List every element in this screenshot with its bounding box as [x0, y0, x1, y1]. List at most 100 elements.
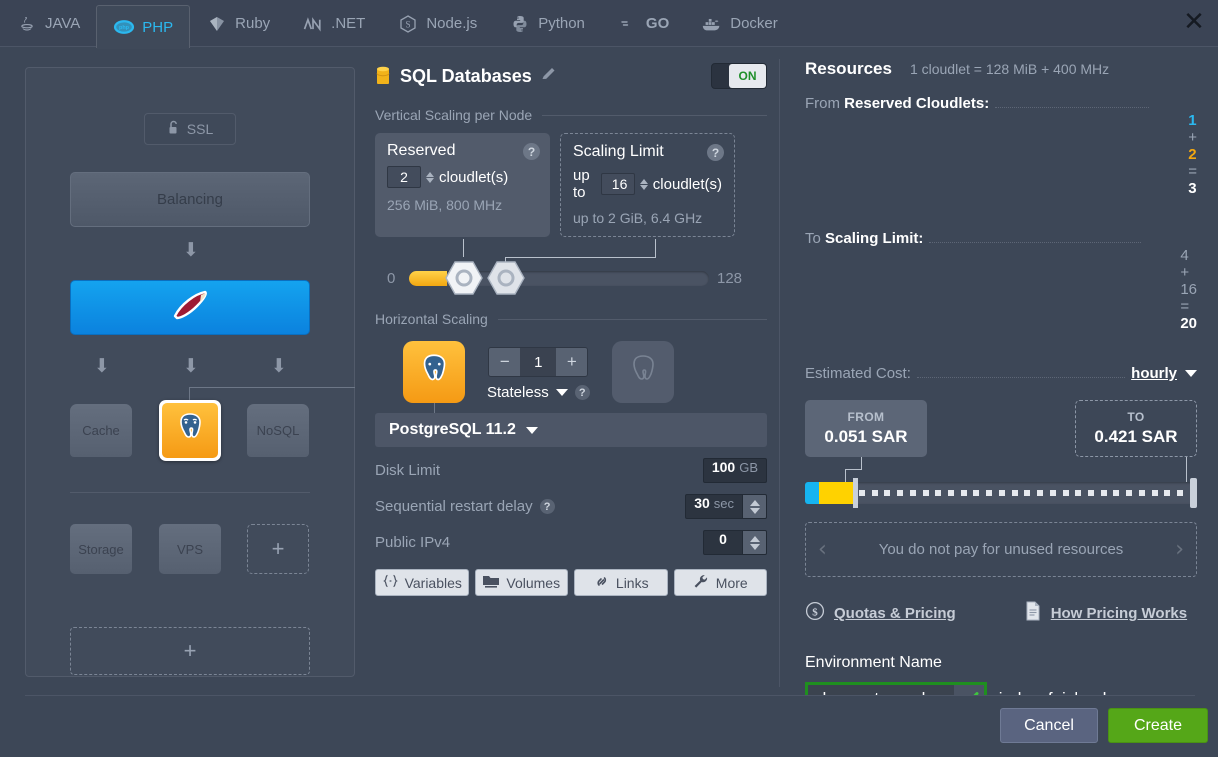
vertical-scaling-section-header: Vertical Scaling per Node	[375, 107, 767, 123]
tab-label: Ruby	[235, 15, 271, 32]
scaling-mode-dropdown[interactable]: Stateless ?	[487, 384, 590, 401]
topology-add-layer-button[interactable]: +	[70, 627, 310, 675]
reserved-cloudlets-spinner[interactable]	[426, 171, 434, 183]
tab-go[interactable]: GO	[601, 0, 685, 47]
row-label: Disk Limit	[375, 462, 441, 479]
help-icon[interactable]: ?	[574, 385, 590, 400]
tab-ruby[interactable]: Ruby	[190, 0, 286, 47]
limit-a: 4	[1180, 247, 1189, 264]
tab-nodejs[interactable]: S Node.js	[381, 0, 493, 47]
topology-add-tile-button[interactable]: +	[247, 524, 309, 574]
tab-python[interactable]: Python	[493, 0, 601, 47]
disk-limit-field[interactable]: 100 GB	[702, 458, 767, 483]
slider-handle-reserved[interactable]	[445, 261, 483, 295]
balancing-label: Balancing	[157, 191, 223, 208]
reserved-cloudlets-input[interactable]: 2	[387, 166, 421, 188]
reserved-cloudlets-box: ? Reserved 2 cloudlet(s) 256 MiB, 800 MH…	[375, 133, 550, 237]
billing-period-dropdown[interactable]: hourly	[1131, 365, 1177, 382]
cost-from-caption: FROM	[847, 410, 885, 424]
topology-tile-nosql[interactable]: NoSQL	[247, 404, 309, 457]
cost-slider-fill	[805, 482, 853, 504]
restart-delay-spinner[interactable]	[743, 494, 767, 519]
scaling-limit-spinner[interactable]	[639, 178, 648, 190]
sql-databases-toggle[interactable]: ON	[711, 63, 767, 89]
postgresql-icon	[414, 350, 454, 395]
topology-tile-postgresql[interactable]	[159, 400, 221, 461]
document-icon	[1024, 601, 1042, 626]
chevron-down-icon	[555, 389, 568, 396]
cloudlet-range-slider[interactable]: 0 128	[375, 239, 767, 297]
postgresql-icon	[624, 351, 662, 394]
leader-dots	[929, 242, 1141, 243]
topology-tile-vps[interactable]: VPS	[159, 524, 221, 574]
help-icon[interactable]: ?	[523, 143, 540, 160]
links-button[interactable]: Links	[574, 569, 668, 596]
carousel-prev-icon[interactable]: ‹	[818, 537, 827, 562]
topology-tile-storage[interactable]: Storage	[70, 524, 132, 574]
tab-label: GO	[645, 15, 670, 32]
postgresql-icon	[171, 409, 209, 452]
pricing-links: $ Quotas & Pricing How Pricing Works	[805, 601, 1197, 626]
close-icon[interactable]: ✕	[1178, 6, 1210, 38]
volumes-button[interactable]: Volumes	[474, 569, 568, 596]
add-node-placeholder[interactable]	[611, 341, 674, 403]
node-count-controls: − 1 + Stateless ?	[487, 341, 590, 401]
topology-tile-cache[interactable]: Cache	[70, 404, 132, 457]
scaling-limit-unit: cloudlet(s)	[652, 175, 722, 193]
cost-leader-line	[845, 469, 862, 470]
tab-docker[interactable]: Docker	[685, 0, 794, 47]
app-server-node[interactable]	[70, 280, 310, 335]
nodejs-icon: S	[397, 13, 419, 35]
cost-range-slider[interactable]	[805, 478, 1197, 508]
quotas-and-pricing-link[interactable]: $ Quotas & Pricing	[805, 601, 956, 626]
increment-button[interactable]: +	[556, 348, 588, 376]
cost-slider-handle-max[interactable]	[1190, 478, 1197, 508]
help-icon[interactable]: ?	[707, 144, 724, 161]
disk-limit-unit: GB	[739, 460, 758, 475]
cancel-button[interactable]: Cancel	[1000, 708, 1098, 743]
slider-leader-line	[463, 239, 464, 257]
topology-connector	[189, 387, 190, 401]
estimated-cost-label: Estimated Cost:	[805, 365, 911, 382]
chain-link-icon	[593, 574, 610, 592]
button-label: More	[715, 574, 748, 591]
pencil-icon[interactable]	[541, 66, 557, 87]
more-button[interactable]: More	[673, 569, 767, 596]
cost-slider-handle-min[interactable]	[853, 478, 858, 508]
public-ipv4-spinner[interactable]	[743, 530, 767, 555]
section-rule	[542, 114, 767, 116]
reserved-a: 1	[1188, 112, 1197, 129]
help-icon[interactable]: ?	[539, 499, 555, 514]
tab-php[interactable]: php PHP	[96, 5, 191, 49]
restart-delay-unit: sec	[713, 496, 734, 511]
ruby-icon	[206, 13, 228, 35]
decrement-button[interactable]: −	[489, 348, 521, 376]
reserved-op: +	[1188, 129, 1197, 146]
docker-icon	[701, 13, 723, 35]
create-button[interactable]: Create	[1108, 708, 1208, 743]
row-label-bold: Scaling Limit:	[825, 230, 924, 247]
scaling-limit-input[interactable]: 16	[600, 173, 635, 195]
slider-handle-limit[interactable]	[487, 261, 525, 295]
flow-arrow-icon: ⬇	[183, 239, 199, 261]
node-count-value[interactable]: 1	[520, 348, 557, 376]
language-tab-bar: JAVA php PHP Ruby .NET S Node.js Python …	[0, 0, 1218, 49]
postgresql-version-dropdown[interactable]: PostgreSQL 11.2	[375, 413, 767, 447]
carousel-next-icon[interactable]: ›	[1175, 537, 1184, 562]
public-ipv4-field[interactable]: 0	[703, 530, 743, 555]
tab-java[interactable]: JAVA	[0, 0, 96, 47]
reserved-eq: =	[1188, 163, 1197, 180]
python-icon	[509, 13, 531, 35]
version-label: PostgreSQL 11.2	[389, 421, 516, 438]
ssl-toggle[interactable]: SSL	[144, 113, 236, 145]
variables-button[interactable]: Variables	[375, 569, 469, 596]
tab-dotnet[interactable]: .NET	[286, 0, 381, 47]
node-tile-postgresql[interactable]	[403, 341, 465, 403]
restart-delay-field[interactable]: 30 sec	[685, 494, 743, 519]
reserved-unit: cloudlet(s)	[439, 168, 509, 186]
balancing-node[interactable]: Balancing	[70, 172, 310, 227]
public-ipv4-value: 0	[719, 531, 727, 547]
restart-delay-value: 30	[694, 495, 710, 511]
how-pricing-works-link[interactable]: How Pricing Works	[1024, 601, 1187, 626]
node-count-stepper[interactable]: − 1 +	[488, 347, 589, 377]
